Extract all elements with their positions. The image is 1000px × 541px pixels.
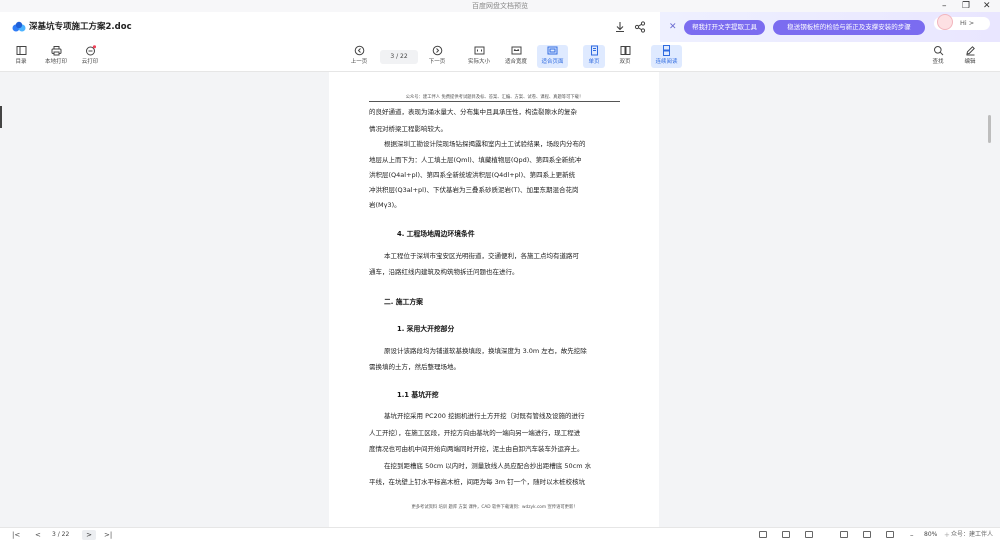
cloud-print-button[interactable]: 云打印 [78, 45, 102, 65]
continuous-read-label: 连续阅读 [655, 59, 678, 65]
toolbar: 目录 本地打印 云打印 上一页 下一页 实际大小 适合宽度 适合页面 单页 双页… [0, 42, 1000, 72]
page-indicator: 3 / 22 [52, 531, 70, 538]
single-page-icon [590, 45, 598, 56]
list-icon [16, 46, 26, 55]
printer-icon [51, 46, 61, 56]
section-heading: 二. 施工方案 [384, 298, 423, 306]
find-button[interactable]: 查找 [928, 45, 948, 65]
zoom-level: 80% [924, 531, 938, 538]
arrow-up-circle-icon [354, 45, 364, 56]
single-page-label: 单页 [588, 59, 600, 65]
paragraph-line: 根据深圳工勘设计院现场钻探揭露和室内土工试验结果，场段内分布的 [384, 140, 586, 148]
next-page-label: 下一页 [428, 59, 446, 65]
fit-width-icon [511, 46, 521, 55]
fit-width-button[interactable]: 适合宽度 [501, 45, 531, 65]
fit-page-label: 适合页面 [541, 59, 564, 65]
vertical-scrollbar[interactable] [988, 115, 991, 143]
prev-page-label: 上一页 [350, 59, 368, 65]
zoom-out-button[interactable]: – [910, 528, 914, 541]
pen-icon [965, 46, 975, 56]
local-print-label: 本地打印 [44, 59, 67, 65]
paragraph-line: 本工程位于深圳市宝安区光明街道，交通便利，各施工点均有道路可 [384, 252, 579, 260]
double-page-icon [620, 46, 630, 55]
paragraph-line: 情况对桥梁工程影响较大。 [369, 125, 447, 133]
paragraph-line: 原设计该路段均为铺道软基换填段，换填深度为 3.0m 左右，故先挖除 [384, 347, 587, 355]
next-page-button[interactable]: 下一页 [424, 45, 450, 65]
actual-size-label: 实际大小 [467, 59, 490, 65]
zoom-in-button[interactable]: + [944, 528, 950, 541]
toc-button[interactable]: 目录 [10, 45, 32, 65]
actual-size-icon [474, 46, 484, 55]
ai-suggestion-pill[interactable]: 帮我打开文字提取工具 [684, 20, 765, 35]
next-page-small-button[interactable]: > [82, 530, 96, 540]
find-label: 查找 [932, 59, 944, 65]
close-window-button[interactable]: ✕ [983, 0, 991, 12]
paragraph-line: 在挖到距槽底 50cm 以内时，测量放线人员应配合抄出距槽底 50cm 水 [384, 462, 592, 470]
prev-page-small-button[interactable]: < [35, 528, 41, 541]
paragraph-line: 平线，在坑壁上钉水平标高木桩，间距为每 3m 钉一个，随时以木桩校核坑 [369, 478, 586, 486]
assistant-greeting-text: Hi > [960, 19, 975, 27]
watermark-text: 众号：建工伴人 [951, 531, 994, 538]
minimize-button[interactable]: – [942, 0, 947, 12]
paragraph-line: 度情况也可由机中间开始向两端同时开挖，泥土由自卸汽车装车外运弃土。 [369, 445, 584, 453]
actual-size-button[interactable]: 实际大小 [464, 45, 494, 65]
paragraph-line: 需换填的土方，然后整理场地。 [369, 363, 460, 371]
section-heading: 1.1 基坑开挖 [397, 391, 439, 399]
last-page-button[interactable]: >| [104, 528, 112, 541]
search-icon [933, 46, 943, 56]
baidu-netdisk-logo-icon [12, 21, 26, 32]
sidebar-collapse-handle[interactable] [0, 106, 2, 128]
continuous-view-icon[interactable] [805, 531, 813, 538]
paragraph-line: 洪积层(Q4al+pl)、第四系全新统坡洪积层(Q4dl+pl)、第四系上更新统 [369, 171, 576, 179]
ai-suggestion-pill[interactable]: 稳送钢板桩的检验与新正及支撑安装的步骤 [773, 20, 925, 35]
fit-width-label: 适合宽度 [504, 59, 527, 65]
status-bar: |< < 3 / 22 > >| – 80% + 众号：建工伴人 [0, 527, 1000, 541]
toc-label: 目录 [15, 59, 27, 65]
single-page-view-icon[interactable] [759, 531, 767, 538]
assistant-avatar-icon [937, 14, 953, 30]
first-page-button[interactable]: |< [12, 528, 20, 541]
continuous-read-icon [663, 45, 670, 56]
fit-width-view-icon[interactable] [840, 531, 848, 538]
fit-page-button[interactable]: 适合页面 [537, 45, 568, 68]
paragraph-line: 通车，沿路红线内建筑及构筑物拆迁问题也在进行。 [369, 268, 519, 276]
paragraph-line: 冲洪积层(Q3al+pl)、下伏基岩为三叠系砂质泥岩(T)、加里东期混合花岗 [369, 186, 579, 194]
page-header: 公众号：建工伴人 免费提供考试题目及标、答案、汇编、方案、试卷、课程、真题等可下… [369, 94, 620, 102]
document-page: 公众号：建工伴人 免费提供考试题目及标、答案、汇编、方案、试卷、课程、真题等可下… [329, 72, 659, 527]
fit-page-view-icon[interactable] [863, 531, 871, 538]
paragraph-line: 基坑开挖采用 PC200 挖掘机进行土方开挖（对既有管线及设施的进行 [384, 412, 585, 420]
double-page-label: 双页 [619, 59, 631, 65]
share-icon[interactable] [634, 21, 646, 33]
paragraph-line: 地层从上而下为：人工填土层(Qml)、填藏植物层(Qpd)、第四系全新统冲 [369, 156, 582, 164]
prev-page-button[interactable]: 上一页 [346, 45, 372, 65]
window-title: 百度网盘文档预览 [472, 2, 528, 10]
paragraph-line: 人工开挖），在施工区段，开挖方向由基坑的一端向另一端进行，现工程进 [369, 429, 581, 437]
section-heading: 4. 工程场地周边环境条件 [397, 230, 475, 238]
page-footer: 更多考试资料 培训 题库 方案 课件，CAD 软件下载请到：wdzyk.com … [411, 505, 578, 510]
window-title-bar: 百度网盘文档预览 – ❐ ✕ [0, 0, 1000, 12]
section-heading: 1. 采用大开挖部分 [397, 325, 455, 333]
double-page-button[interactable]: 双页 [614, 45, 636, 65]
fit-page-icon [547, 46, 558, 55]
restore-button[interactable]: ❐ [962, 0, 970, 12]
page-number-input[interactable]: 3 / 22 [380, 50, 418, 64]
edit-button[interactable]: 编辑 [959, 45, 981, 65]
edit-label: 编辑 [964, 59, 976, 65]
cloud-print-label: 云打印 [81, 59, 99, 65]
assistant-greeting[interactable]: Hi > [934, 14, 990, 30]
arrow-down-circle-icon [432, 45, 442, 56]
download-icon[interactable] [614, 21, 626, 33]
continuous-read-button[interactable]: 连续阅读 [651, 45, 682, 68]
single-page-button[interactable]: 单页 [583, 45, 605, 68]
document-filename: 深基坑专项施工方案2.doc [29, 22, 132, 32]
paragraph-line: 岩(Mγ3)。 [369, 201, 401, 209]
actual-size-view-icon[interactable] [886, 531, 894, 538]
ai-panel-close-button[interactable]: ✕ [669, 12, 677, 42]
local-print-button[interactable]: 本地打印 [40, 45, 72, 65]
cloud-printer-icon [85, 45, 96, 56]
double-page-view-icon[interactable] [782, 531, 790, 538]
paragraph-line: 的良好通道，表现为涌水量大、分布集中且具承压性，构造裂隙水的复杂 [369, 108, 577, 116]
